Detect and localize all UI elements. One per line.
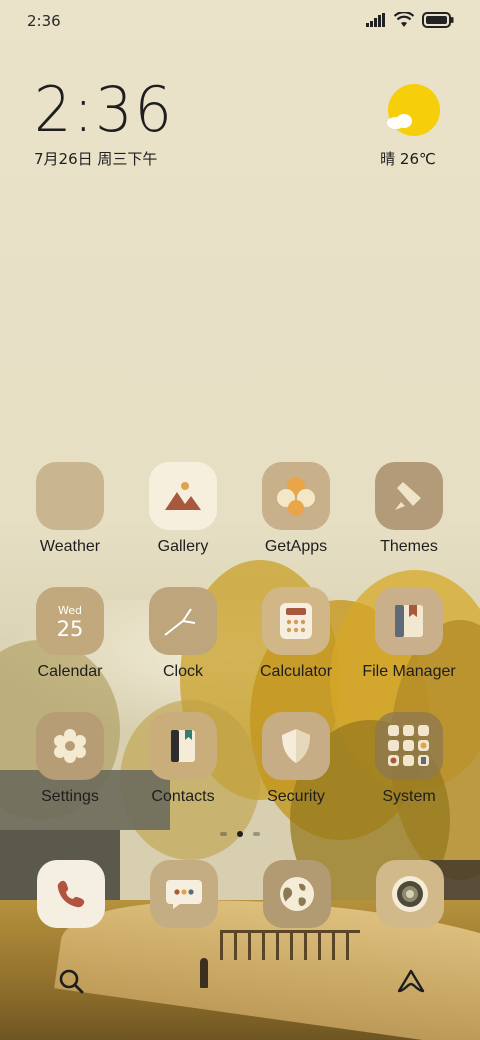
page-dot[interactable]	[220, 832, 227, 836]
dock-phone[interactable]	[37, 860, 105, 928]
security-icon	[262, 712, 330, 780]
app-label: Settings	[41, 788, 99, 805]
clock-icon	[149, 587, 217, 655]
status-bar: 2:36	[0, 0, 480, 44]
calendar-day: 25	[56, 616, 84, 641]
app-label: Clock	[162, 663, 203, 680]
app-clock[interactable]: Clock	[127, 587, 239, 681]
app-gallery[interactable]: Gallery	[127, 462, 239, 556]
app-label: Security	[267, 788, 325, 805]
page-dot[interactable]	[253, 832, 260, 836]
status-icons	[366, 12, 454, 28]
app-label: Contacts	[151, 788, 215, 805]
clock-widget[interactable]: 2:36 7月26日 周三下午	[34, 78, 181, 169]
weather-widget[interactable]: 晴 26℃	[380, 84, 444, 169]
battery-icon	[422, 12, 454, 28]
app-themes[interactable]: Themes	[353, 462, 465, 556]
app-file-manager[interactable]: File Manager	[353, 587, 465, 681]
contacts-icon	[149, 712, 217, 780]
themes-icon	[375, 462, 443, 530]
calendar-weekday: Wed	[58, 603, 82, 617]
search-icon	[59, 969, 84, 994]
getapps-icon	[262, 462, 330, 530]
app-label: Gallery	[157, 538, 209, 555]
app-label: Themes	[380, 538, 438, 555]
page-indicator	[0, 831, 480, 837]
calculator-icon	[262, 587, 330, 655]
dock-camera[interactable]	[376, 860, 444, 928]
file-manager-icon	[375, 587, 443, 655]
signal-icon	[366, 13, 385, 27]
wifi-icon	[394, 12, 414, 27]
app-getapps[interactable]: GetApps	[240, 462, 352, 556]
gallery-icon	[149, 462, 217, 530]
widget-date: 7月26日 周三下午	[34, 150, 158, 168]
app-label: System	[382, 788, 436, 805]
app-label: Weather	[39, 538, 101, 555]
dock-messages[interactable]	[150, 860, 218, 928]
sunny-icon	[387, 84, 440, 136]
phone-icon	[57, 880, 85, 908]
assistant-button[interactable]	[396, 968, 426, 998]
dock-browser[interactable]	[263, 860, 331, 928]
weather-text: 晴 26℃	[380, 150, 436, 168]
app-label: File Manager	[362, 663, 456, 680]
weather-icon	[36, 462, 104, 530]
app-calculator[interactable]: Calculator	[240, 587, 352, 681]
messages-icon	[166, 880, 202, 909]
browser-icon	[280, 877, 314, 911]
app-label: Calendar	[37, 663, 103, 680]
app-system-folder[interactable]: System	[353, 712, 465, 806]
search-button[interactable]	[58, 968, 84, 998]
app-settings[interactable]: Settings	[14, 712, 126, 806]
assistant-icon	[397, 969, 425, 993]
app-label: GetApps	[264, 538, 328, 555]
app-contacts[interactable]: Contacts	[127, 712, 239, 806]
widget-time: 2:36	[34, 73, 174, 146]
app-calendar[interactable]: Wed 25 Calendar	[14, 587, 126, 681]
app-label: Calculator	[259, 663, 333, 680]
app-security[interactable]: Security	[240, 712, 352, 806]
folder-icon	[375, 712, 443, 780]
app-weather[interactable]: Weather	[14, 462, 126, 556]
settings-icon	[36, 712, 104, 780]
calendar-icon: Wed 25	[36, 587, 104, 655]
camera-icon	[392, 876, 428, 912]
status-time: 2:36	[27, 12, 61, 30]
page-dot-active[interactable]	[237, 831, 243, 837]
